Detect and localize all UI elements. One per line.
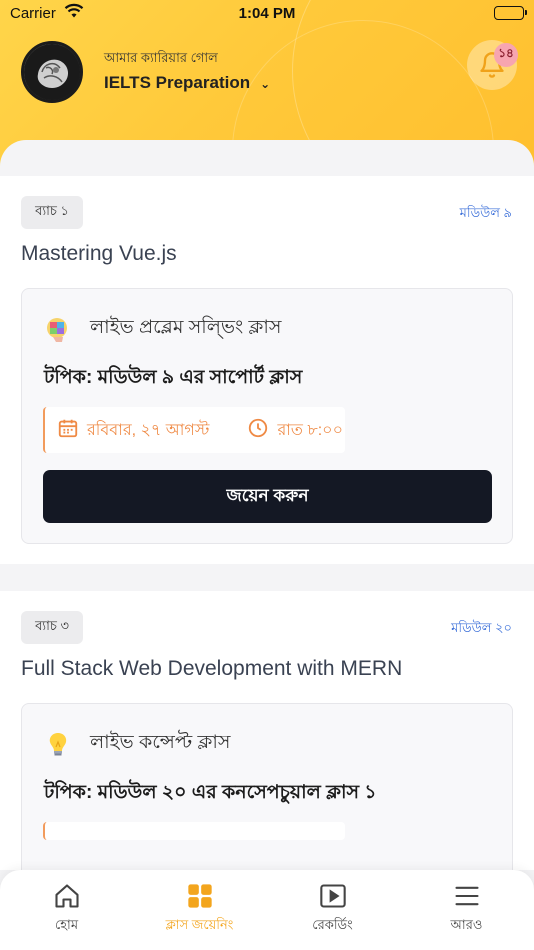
menu-icon — [454, 886, 479, 906]
chevron-down-icon: ⌄ — [260, 77, 271, 91]
status-bar: Carrier 1:04 PM — [0, 0, 534, 28]
avatar[interactable] — [21, 41, 83, 103]
career-goal-select[interactable]: IELTS Preparation ⌄ — [104, 73, 270, 93]
course-title: Mastering Vue.js — [21, 242, 177, 265]
tab-class-joining[interactable]: ক্লাস জয়েনিং — [133, 882, 266, 937]
clock-icon — [247, 417, 269, 444]
class-type: লাইভ প্রব্লেম সল্ভিং ক্লাস — [44, 313, 281, 345]
class-card: লাইভ কন্সেপ্ট ক্লাস টপিক: মডিউল ২০ এর কন… — [21, 703, 513, 870]
notification-count-badge: ১৪ — [494, 43, 518, 67]
calendar-icon — [57, 417, 79, 444]
class-topic: টপিক: মডিউল ৯ এর সাপোর্ট ক্লাস — [44, 367, 303, 388]
career-goal-value: IELTS Preparation — [104, 73, 251, 92]
module-link[interactable]: মডিউল ২০ — [451, 619, 512, 640]
class-type-label: লাইভ কন্সেপ্ট ক্লাস — [90, 732, 231, 753]
tab-more[interactable]: আরও — [400, 882, 533, 937]
tab-label: হোম — [54, 917, 79, 932]
tab-label: আরও — [450, 917, 483, 932]
bottom-tab-bar: হোম ক্লাস জয়েনিং রেকর্ডিং আরও — [0, 870, 534, 950]
content-sheet[interactable]: ব্যাচ ১ মডিউল ৯ Mastering Vue.js লাইভ প্… — [0, 140, 534, 870]
join-class-button[interactable]: জয়েন করুন — [43, 470, 492, 523]
tab-recording[interactable]: রেকর্ডিং — [266, 882, 399, 937]
class-card: লাইভ প্রব্লেম সল্ভিং ক্লাস টপিক: মডিউল ৯… — [21, 288, 513, 544]
tab-home[interactable]: হোম — [0, 882, 133, 937]
module-link[interactable]: মডিউল ৯ — [460, 204, 512, 225]
class-time: রাত ৮:০০ — [277, 421, 343, 439]
batch-section: ব্যাচ ১ মডিউল ৯ Mastering Vue.js লাইভ প্… — [0, 176, 534, 564]
batch-chip: ব্যাচ ১ — [21, 196, 83, 229]
puzzle-head-icon — [44, 315, 72, 343]
clock-time: 1:04 PM — [238, 5, 296, 22]
batch-section: ব্যাচ ৩ মডিউল ২০ Full Stack Web Developm… — [0, 591, 534, 870]
career-goal-label: আমার ক্যারিয়ার গোল — [104, 50, 218, 65]
class-type-label: লাইভ প্রব্লেম সল্ভিং ক্লাস — [90, 317, 282, 338]
grid-icon — [187, 884, 212, 908]
tab-label: ক্লাস জয়েনিং — [165, 917, 234, 932]
lightbulb-icon — [44, 730, 72, 758]
play-icon — [319, 884, 346, 908]
class-schedule — [43, 822, 345, 840]
course-title: Full Stack Web Development with MERN — [21, 657, 403, 680]
class-date: রবিবার, ২৭ আগস্ট — [87, 421, 210, 439]
batch-chip: ব্যাচ ৩ — [21, 611, 83, 644]
class-schedule: রবিবার, ২৭ আগস্ট রাত ৮:০০ — [43, 407, 345, 453]
class-topic: টপিক: মডিউল ২০ এর কনসেপচুয়াল ক্লাস ১ — [44, 782, 377, 803]
home-icon — [54, 884, 79, 908]
tab-label: রেকর্ডিং — [312, 917, 353, 932]
class-type: লাইভ কন্সেপ্ট ক্লাস — [44, 728, 230, 760]
battery-icon — [494, 6, 527, 20]
